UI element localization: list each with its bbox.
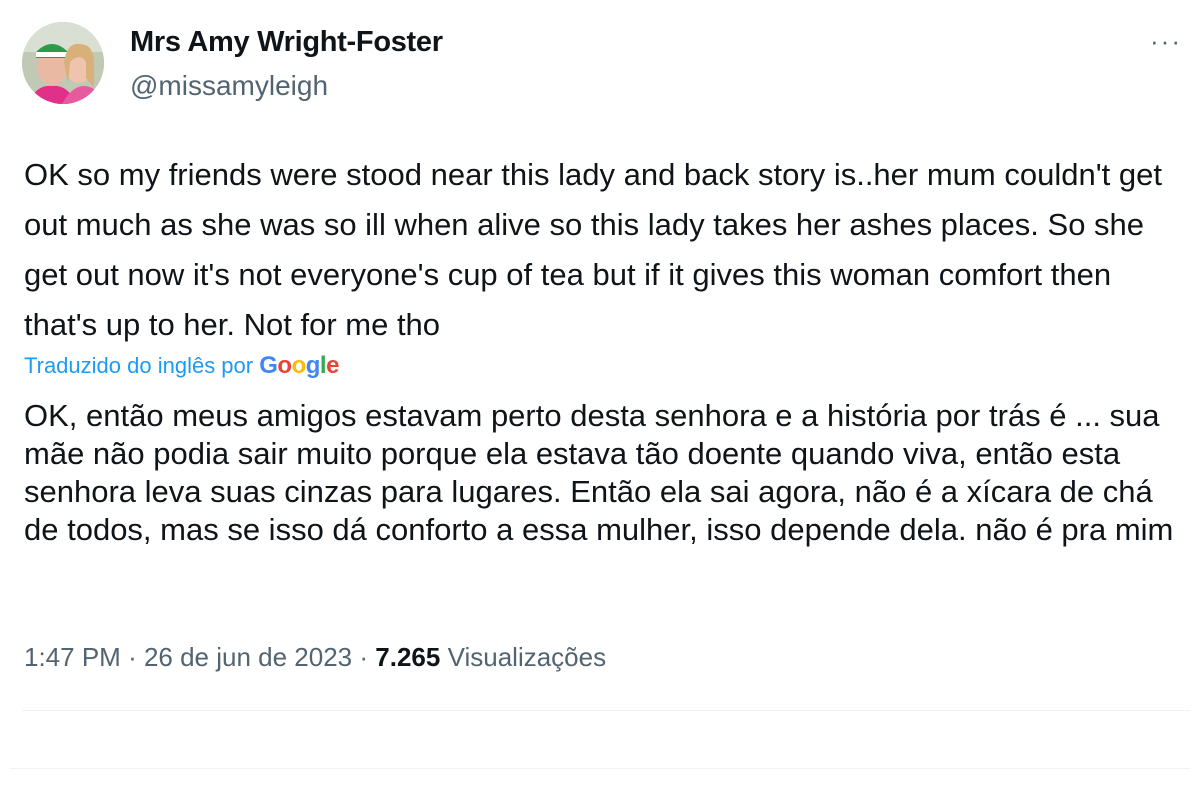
views-label: Visualizações xyxy=(447,642,607,672)
divider xyxy=(10,768,1190,769)
more-horizontal-icon[interactable]: ··· xyxy=(1150,26,1182,57)
author-display-name[interactable]: Mrs Amy Wright-Foster xyxy=(130,26,443,59)
avatar[interactable] xyxy=(22,22,104,104)
tweet-text: OK so my friends were stood near this la… xyxy=(24,157,1162,342)
google-logo: Google xyxy=(259,352,339,379)
divider xyxy=(22,710,1190,711)
avatar-photo xyxy=(22,22,104,104)
tweet-meta: 1:47 PM · 26 de jun de 2023 · 7.265 Visu… xyxy=(24,642,606,673)
separator-dot: · xyxy=(359,642,376,672)
tweet-time[interactable]: 1:47 PM xyxy=(24,642,121,672)
translation-label: Traduzido do inglês por xyxy=(24,353,254,378)
tweet-date[interactable]: 26 de jun de 2023 xyxy=(144,642,352,672)
views-count: 7.265 xyxy=(375,642,441,672)
translation-attribution[interactable]: Traduzido do inglês por Google xyxy=(24,352,339,380)
separator-dot: · xyxy=(128,642,144,672)
author-handle[interactable]: @missamyleigh xyxy=(130,70,328,102)
translated-text: OK, então meus amigos estavam perto dest… xyxy=(24,398,1174,547)
